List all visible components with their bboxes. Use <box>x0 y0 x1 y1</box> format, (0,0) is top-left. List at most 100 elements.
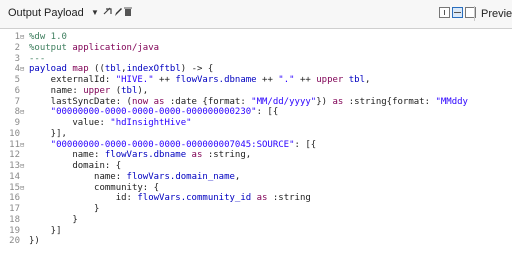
code-token: "00000000-0000-0000-0000-000000007045:SO… <box>29 139 295 150</box>
code-line[interactable]: 8 ⊟ "00000000-0000-0000-0000-000000000230… <box>0 107 512 117</box>
code-token: , <box>234 171 241 182</box>
fold-toggle-icon[interactable]: ⊟ <box>20 140 24 150</box>
code-line[interactable]: 13 ⊟ domain: { <box>0 161 512 171</box>
code-token: }], <box>29 128 67 139</box>
code-token: indexOftbl <box>126 64 181 75</box>
code-line[interactable]: 3 --- <box>0 54 512 64</box>
code-token: , <box>365 75 371 85</box>
output-label: Output <box>8 7 42 19</box>
code-line[interactable]: 15 ⊟ community: { <box>0 183 512 193</box>
code-token: name: <box>29 171 127 182</box>
code-token: "hdInsightHive" <box>110 118 192 128</box>
code-line[interactable]: 1 ⊟ %dw 1.0 <box>0 32 512 42</box>
code-token: flowVars.domain_name <box>126 171 235 182</box>
code-text: } <box>29 204 99 214</box>
split-vertical-view-button[interactable] <box>439 7 450 18</box>
code-text: %dw 1.0 <box>29 32 67 42</box>
line-number: 10 <box>9 128 20 139</box>
code-line[interactable]: 20}) <box>0 236 512 246</box>
code-line[interactable]: 6 name: upper (tbl), <box>0 86 512 96</box>
code-token: :string, <box>202 150 252 161</box>
line-number: 1 <box>14 32 20 42</box>
code-line[interactable]: 7 lastSyncDate: (now as :date {format: "… <box>0 97 512 107</box>
split-horizontal-view-button[interactable] <box>452 7 463 18</box>
code-line[interactable]: 18 } <box>0 215 512 225</box>
code-text: lastSyncDate: (now as :date {format: "MM… <box>29 97 468 107</box>
code-line[interactable]: 11 ⊟ "00000000-0000-0000-0000-00000000704… <box>0 140 512 150</box>
code-line[interactable]: 9 value: "hdInsightHive" <box>0 118 512 128</box>
code-token: id: <box>29 193 138 204</box>
code-text: name: flowVars.domain_name, <box>29 172 240 182</box>
code-text: id: flowVars.community_id as :string <box>29 193 311 203</box>
code-text: }] <box>29 226 62 236</box>
line-number: 5 <box>14 75 20 85</box>
code-text: value: "hdInsightHive" <box>29 118 192 128</box>
code-line[interactable]: 19 }] <box>0 226 512 236</box>
code-token: }) <box>29 236 40 247</box>
code-token: value: <box>29 118 111 128</box>
code-token: tbl <box>104 64 122 75</box>
dropdown-arrow-icon[interactable]: ▼ <box>91 7 99 19</box>
code-token: name: <box>29 150 105 161</box>
code-text: "00000000-0000-0000-0000-000000007045:SO… <box>29 139 317 150</box>
code-line[interactable]: 5 externalId: "HIVE." ++ flowVars.dbname… <box>0 75 512 85</box>
code-token: } <box>29 214 78 225</box>
code-token: "MMddy <box>435 96 468 107</box>
code-token: ) -> { <box>180 64 214 75</box>
code-line[interactable]: 4 ⊟ payload map ((tbl,indexOftbl) -> { <box>0 64 512 74</box>
code-token: :string <box>267 193 311 204</box>
code-token: "HIVE." <box>115 75 154 85</box>
code-token: flowVars.dbname <box>175 75 257 85</box>
code-token: community: { <box>29 182 160 193</box>
toolbar-separator <box>474 6 475 21</box>
code-token: "00000000-0000-0000-0000-000000000230" <box>29 107 257 118</box>
code-token: externalId: <box>29 75 116 85</box>
code-token: upper <box>83 85 111 96</box>
code-line[interactable]: 17 } <box>0 204 512 214</box>
code-text: name: upper (tbl), <box>29 85 149 96</box>
code-text: payload map ((tbl,indexOftbl) -> { <box>29 64 213 74</box>
code-token: "." <box>278 75 295 85</box>
code-token: as <box>186 150 203 161</box>
code-line[interactable]: 16 id: flowVars.community_id as :string <box>0 193 512 203</box>
code-token: as <box>251 193 268 204</box>
code-editor[interactable]: 1 ⊟ %dw 1.0 2 %output application/java 3 --- 4 ⊟… <box>0 28 512 268</box>
line-number: 2 <box>14 42 20 53</box>
fold-toggle-icon[interactable]: ⊟ <box>20 32 24 42</box>
code-line[interactable]: 14 name: flowVars.domain_name, <box>0 172 512 182</box>
code-token: : [{ <box>294 139 317 150</box>
code-token: ++ <box>153 75 176 85</box>
code-token: }) <box>316 96 333 107</box>
code-token: payload <box>29 64 67 75</box>
add-icon[interactable] <box>103 7 113 21</box>
code-line[interactable]: 12 name: flowVars.dbname as :string, <box>0 150 512 160</box>
fold-toggle-icon[interactable]: ⊟ <box>20 64 24 74</box>
fold-toggle-icon[interactable]: ⊟ <box>20 183 24 193</box>
code-token: tbl <box>121 85 138 96</box>
code-token: :date {format: <box>164 96 252 107</box>
code-token: } <box>29 204 100 214</box>
line-number: 20 <box>9 236 20 247</box>
edit-icon[interactable] <box>114 7 123 21</box>
code-text: domain: { <box>29 161 121 171</box>
code-token: as <box>332 96 344 107</box>
line-number: 9 <box>14 118 20 128</box>
code-token: %output <box>29 42 73 53</box>
code-token: upper <box>316 75 344 85</box>
preview-button[interactable]: Preview <box>481 8 512 20</box>
line-number: 18 <box>9 214 20 225</box>
payload-select[interactable]: Payload <box>44 7 84 19</box>
code-line[interactable]: 2 %output application/java <box>0 43 512 53</box>
code-token: ++ <box>256 75 279 85</box>
code-token: name: <box>29 85 84 96</box>
code-token: application/java <box>72 42 160 53</box>
delete-icon[interactable] <box>124 7 132 21</box>
code-line[interactable]: 10 }], <box>0 129 512 139</box>
line-number: 19 <box>9 225 20 236</box>
fold-toggle-icon[interactable]: ⊟ <box>20 161 24 171</box>
code-token: ++ <box>294 75 317 85</box>
code-token: map <box>66 64 95 75</box>
code-text: community: { <box>29 183 159 193</box>
fold-toggle-icon[interactable]: ⊟ <box>20 107 24 117</box>
code-token: "MM/dd/yyyy" <box>251 96 317 107</box>
